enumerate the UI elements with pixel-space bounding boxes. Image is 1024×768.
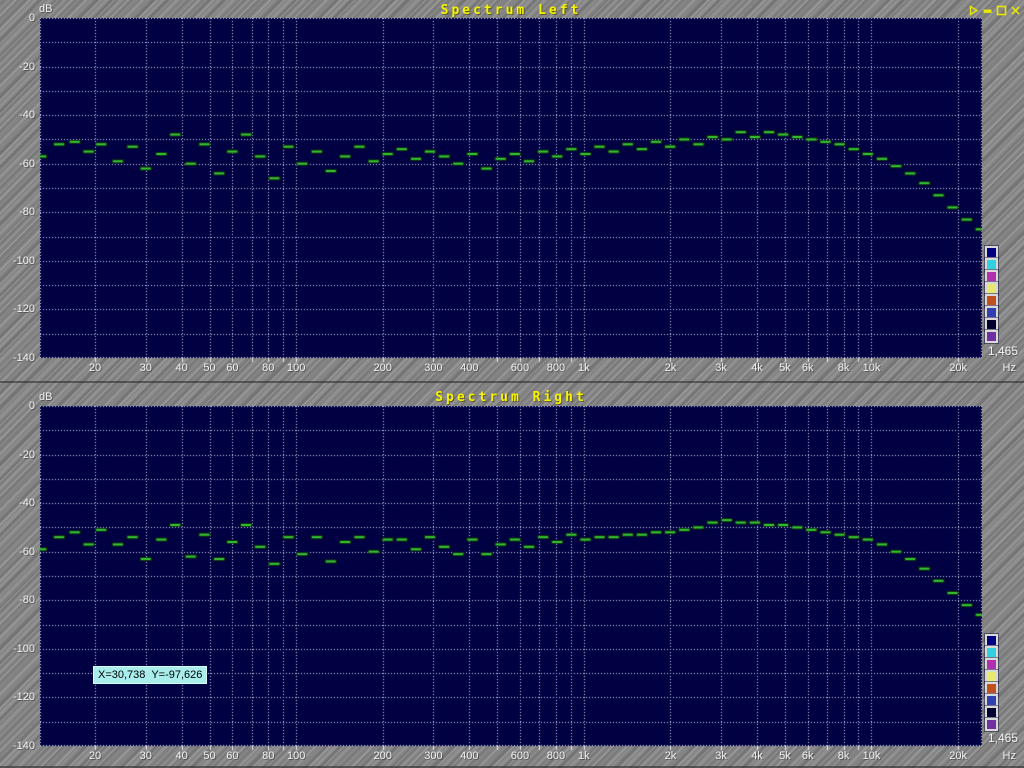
panel-divider (0, 381, 1024, 383)
y-tick-label: -100 (0, 643, 35, 655)
x-tick-label: 2k (665, 362, 677, 374)
x-tick-label: 200 (374, 750, 392, 762)
x-tick-label: 20k (949, 750, 967, 762)
x-tick-label: 5k (779, 750, 791, 762)
x-tick-label: 400 (460, 362, 478, 374)
x-tick-label: 30 (140, 362, 152, 374)
x-tick-label: 8k (838, 362, 850, 374)
x-tick-label: 5k (779, 362, 791, 374)
x-tick-label: 3k (715, 750, 727, 762)
y-tick-label: -120 (0, 303, 35, 315)
y-tick-label: -120 (0, 691, 35, 703)
x-tick-label: 50 (203, 750, 215, 762)
x-tick-label: 6k (802, 750, 814, 762)
minimize-icon[interactable] (982, 3, 993, 14)
x-tick-label: 300 (424, 750, 442, 762)
x-tick-label: 80 (262, 362, 274, 374)
app-window: { "window": { "controls": [ {"name": "pl… (0, 0, 1024, 768)
x-tick-label: 10k (863, 750, 881, 762)
x-tick-label: 1k (578, 750, 590, 762)
x-tick-label: 600 (511, 750, 529, 762)
x-tick-label: 2k (665, 750, 677, 762)
overlay-color-swatch[interactable] (985, 718, 998, 731)
x-unit-label-left: Hz (984, 362, 1016, 374)
x-tick-label: 4k (751, 362, 763, 374)
y-tick-label: -40 (0, 109, 35, 121)
x-tick-label: 20k (949, 362, 967, 374)
x-tick-label: 300 (424, 362, 442, 374)
y-tick-label: 0 (0, 400, 35, 412)
maximize-icon[interactable] (996, 3, 1007, 14)
x-tick-label: 20 (89, 362, 101, 374)
close-icon[interactable] (1010, 3, 1021, 14)
y-tick-label: 0 (0, 12, 35, 24)
spectrum-right-plot[interactable] (40, 406, 982, 752)
y-tick-label: -40 (0, 497, 35, 509)
y-tick-label: -100 (0, 255, 35, 267)
x-tick-label: 1k (578, 362, 590, 374)
x-tick-label: 4k (751, 750, 763, 762)
y-tick-label: -80 (0, 594, 35, 606)
cursor-frequency-readout-left: 1,465 (984, 344, 1018, 358)
x-tick-label: 800 (547, 362, 565, 374)
x-tick-label: 40 (176, 362, 188, 374)
x-unit-label-right: Hz (984, 750, 1016, 762)
y-tick-label: -20 (0, 449, 35, 461)
y-tick-label: -140 (0, 740, 35, 752)
cursor-xy-readout: X=30,738 Y=-97,626 (93, 666, 207, 684)
y-unit-label-right: dB (39, 391, 52, 403)
x-tick-label: 600 (511, 362, 529, 374)
x-tick-label: 50 (203, 362, 215, 374)
x-tick-label: 80 (262, 750, 274, 762)
panel-title-right: Spectrum Right (40, 390, 982, 405)
x-tick-label: 10k (863, 362, 881, 374)
x-tick-label: 200 (374, 362, 392, 374)
x-tick-label: 20 (89, 750, 101, 762)
x-tick-label: 8k (838, 750, 850, 762)
y-tick-label: -60 (0, 158, 35, 170)
x-tick-label: 100 (287, 750, 305, 762)
x-tick-label: 40 (176, 750, 188, 762)
y-unit-label-left: dB (39, 3, 52, 15)
panel-title-left: Spectrum Left (40, 3, 982, 18)
y-tick-label: -80 (0, 206, 35, 218)
x-tick-label: 800 (547, 750, 565, 762)
y-tick-label: -20 (0, 61, 35, 73)
x-tick-label: 60 (226, 362, 238, 374)
y-tick-label: -60 (0, 546, 35, 558)
cursor-frequency-readout-right: 1,465 (984, 731, 1018, 745)
x-tick-label: 100 (287, 362, 305, 374)
y-tick-label: -140 (0, 352, 35, 364)
x-tick-label: 3k (715, 362, 727, 374)
x-tick-label: 60 (226, 750, 238, 762)
x-tick-label: 6k (802, 362, 814, 374)
x-tick-label: 400 (460, 750, 478, 762)
overlay-color-swatch[interactable] (985, 330, 998, 343)
x-tick-label: 30 (140, 750, 152, 762)
spectrum-left-plot[interactable] (40, 18, 982, 364)
